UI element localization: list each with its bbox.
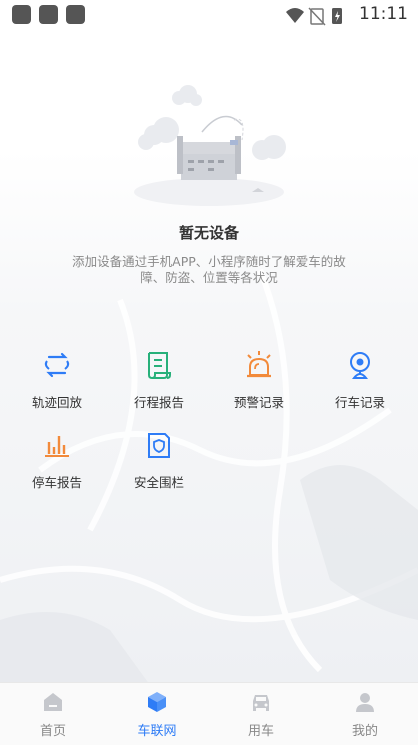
feature-label: 行车记录: [334, 395, 385, 410]
clock: 11:11: [359, 4, 408, 24]
feature-label: 行程报告: [133, 395, 184, 410]
tab-car[interactable]: 用车: [216, 683, 306, 739]
notification-icon: [12, 5, 31, 24]
notification-icon: [66, 5, 85, 24]
feature-track-playback[interactable]: 轨迹回放: [12, 345, 102, 411]
empty-state-description: 添加设备通过手机APP、小程序随时了解爱车的故障、防盗、位置等各状况: [72, 254, 346, 285]
feature-alarm-records[interactable]: 预警记录: [214, 345, 304, 411]
dashcam-icon: [350, 352, 370, 379]
feature-security-fence[interactable]: 安全围栏: [114, 425, 204, 491]
feature-label: 预警记录: [233, 395, 284, 410]
track-playback-icon: [44, 352, 70, 378]
alarm-light-icon: [247, 351, 271, 378]
home-icon: [44, 693, 62, 711]
tab-label: 首页: [39, 724, 66, 739]
security-fence-icon: [148, 433, 170, 458]
tab-label: 用车: [247, 724, 274, 739]
tab-iot[interactable]: 车联网: [112, 683, 202, 739]
wifi-icon: [286, 8, 304, 23]
feature-trip-report[interactable]: 行程报告: [114, 345, 204, 411]
car-icon: [253, 695, 269, 711]
bottom-tab-bar: 首页 车联网 用车 我的: [0, 682, 418, 745]
feature-label: 安全围栏: [133, 475, 184, 490]
tab-label: 我的: [351, 724, 378, 739]
tab-home[interactable]: 首页: [8, 683, 98, 739]
trip-report-icon: [148, 352, 171, 380]
feature-parking-report[interactable]: 停车报告: [12, 425, 102, 491]
profile-icon: [356, 693, 374, 712]
tab-label: 车联网: [137, 724, 177, 739]
empty-device-illustration: [134, 85, 286, 206]
tab-profile[interactable]: 我的: [320, 683, 410, 739]
feature-label: 停车报告: [31, 475, 82, 490]
feature-driving-records[interactable]: 行车记录: [315, 345, 405, 411]
parking-chart-icon: [45, 436, 69, 457]
status-bar: 11:11: [0, 0, 418, 30]
feature-label: 轨迹回放: [31, 395, 82, 410]
status-icons: [286, 7, 342, 26]
iot-cube-icon: [148, 692, 166, 712]
notification-icon: [39, 5, 58, 24]
empty-state-title: 暂无设备: [178, 224, 239, 242]
